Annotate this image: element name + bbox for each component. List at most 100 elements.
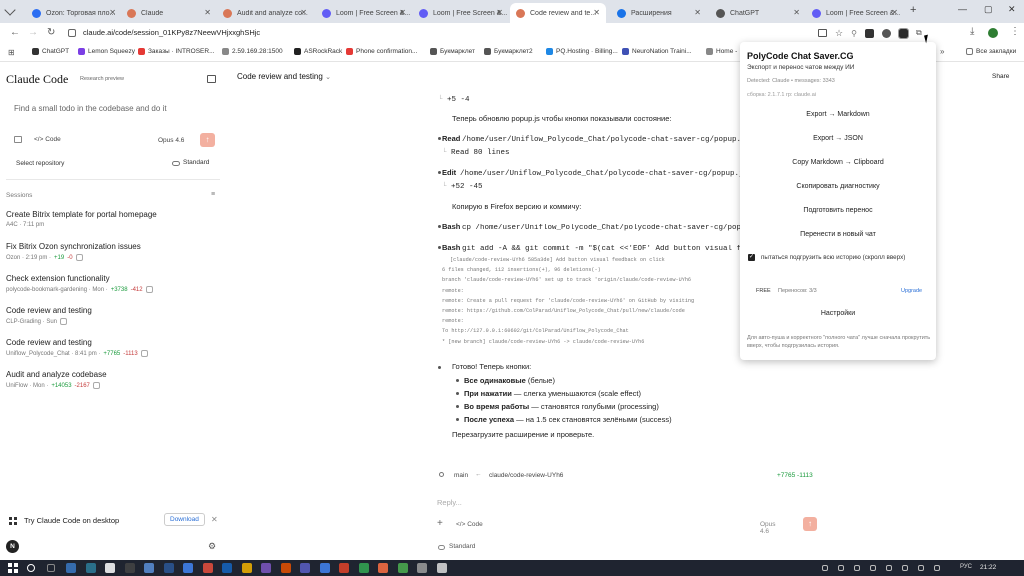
- bookmark-item[interactable]: Букмарклет2: [484, 48, 533, 55]
- upgrade-link[interactable]: Upgrade: [901, 288, 922, 294]
- app-icon[interactable]: [241, 563, 252, 573]
- popup-action-button[interactable]: Подготовить перенос: [740, 207, 936, 214]
- reply-input[interactable]: Reply...: [437, 498, 462, 507]
- code-toggle[interactable]: </> Code: [456, 521, 483, 528]
- app-icon[interactable]: [280, 563, 291, 573]
- app-icon[interactable]: [144, 563, 154, 573]
- polycode-extension-icon[interactable]: [897, 27, 909, 39]
- bookmark-item[interactable]: PQ.Hosting · Billing...: [546, 48, 618, 55]
- select-repository-button[interactable]: Select repository: [16, 160, 64, 167]
- download-button[interactable]: Download: [164, 513, 205, 526]
- tray-icon[interactable]: [870, 565, 876, 571]
- sidebar-toggle-icon[interactable]: [207, 75, 216, 83]
- session-item[interactable]: Code review and testing Uniflow_Polycode_…: [6, 338, 148, 357]
- tab[interactable]: Loom | Free Screen &... ✕: [316, 3, 412, 23]
- close-tab-icon[interactable]: ✕: [399, 8, 406, 17]
- app-icon[interactable]: [222, 563, 232, 573]
- bookmark-item[interactable]: 2.59.169.28:1500: [222, 48, 283, 55]
- app-icon[interactable]: [202, 563, 213, 573]
- tab[interactable]: Code review and te... ✕: [510, 3, 606, 23]
- bookmark-item[interactable]: NeuroNation Traini...: [622, 48, 692, 55]
- tray-icon[interactable]: [854, 565, 860, 571]
- task-view-icon[interactable]: [46, 564, 55, 572]
- share-button[interactable]: Share: [992, 73, 1009, 80]
- popup-action-button[interactable]: Export → JSON: [740, 135, 936, 142]
- current-branch[interactable]: claude/code-review-UYh6: [489, 472, 563, 479]
- model-selector[interactable]: Opus 4.6: [158, 137, 184, 144]
- app-icon[interactable]: [300, 563, 310, 573]
- environment-selector[interactable]: Standard: [183, 159, 209, 166]
- minimize-button[interactable]: —: [958, 4, 967, 14]
- tab[interactable]: Ozon: Торговая пло... ✕: [26, 3, 122, 23]
- download-icon[interactable]: ⤓: [970, 26, 974, 37]
- settings-gear-icon[interactable]: ⚙: [208, 541, 216, 552]
- app-icon[interactable]: [105, 563, 115, 573]
- send-button[interactable]: ↑: [200, 133, 215, 147]
- tray-icon[interactable]: [902, 565, 908, 571]
- close-tab-icon[interactable]: ✕: [109, 8, 116, 17]
- bookmark-item[interactable]: Phone confirmation...: [346, 48, 417, 55]
- bookmark-item[interactable]: Lemon Squeezy: [78, 48, 135, 55]
- tab[interactable]: Audit and analyze co... ✕: [217, 3, 313, 23]
- extension-icon[interactable]: [881, 28, 891, 38]
- tray-icon[interactable]: [838, 565, 844, 571]
- popup-action-button[interactable]: Export → Markdown: [740, 111, 936, 118]
- tab[interactable]: Расширения ✕: [611, 3, 707, 23]
- close-tab-icon[interactable]: ✕: [891, 8, 898, 17]
- extension-icon[interactable]: [864, 28, 874, 38]
- start-icon[interactable]: [8, 563, 18, 573]
- clock[interactable]: 21:22: [980, 564, 996, 571]
- app-icon[interactable]: [397, 563, 408, 573]
- tab[interactable]: Loom | Free Screen &... ✕: [806, 3, 904, 23]
- close-tab-icon[interactable]: ✕: [694, 8, 701, 17]
- tool-read-label[interactable]: Read: [442, 134, 460, 143]
- chrome-icon[interactable]: [378, 563, 388, 573]
- user-avatar[interactable]: N: [6, 540, 19, 553]
- base-branch[interactable]: main: [454, 472, 468, 479]
- menu-icon[interactable]: ⋮: [1010, 26, 1020, 37]
- install-icon[interactable]: [818, 29, 827, 37]
- model-selector[interactable]: Opus 4.6: [760, 521, 776, 535]
- settings-button[interactable]: Настройки: [740, 310, 936, 317]
- send-button[interactable]: ↑: [803, 517, 817, 531]
- session-item[interactable]: Create Bitrix template for portal homepa…: [6, 210, 157, 228]
- bookmark-item[interactable]: Букмарклет: [430, 48, 475, 55]
- bookmark-item[interactable]: ChatGPT: [32, 48, 69, 55]
- close-tab-icon[interactable]: ✕: [793, 8, 800, 17]
- popup-action-button[interactable]: Скопировать диагностику: [740, 183, 936, 190]
- app-icon[interactable]: [261, 563, 271, 573]
- bookmark-item[interactable]: ASRockRack: [294, 48, 342, 55]
- session-item[interactable]: Code review and testing CLP-Grading · Sun: [6, 306, 92, 325]
- close-tab-icon[interactable]: ✕: [593, 8, 600, 17]
- load-history-checkbox[interactable]: ✓: [748, 254, 755, 261]
- tab[interactable]: Loom | Free Screen &... ✕: [413, 3, 509, 23]
- apps-icon[interactable]: ⊞: [8, 48, 15, 57]
- app-icon[interactable]: [163, 563, 174, 573]
- app-icon[interactable]: [319, 563, 330, 573]
- session-item[interactable]: Audit and analyze codebase UniFlow · Mon …: [6, 370, 107, 389]
- forward-icon[interactable]: →: [28, 27, 38, 38]
- add-icon[interactable]: +: [437, 518, 443, 529]
- tab[interactable]: ChatGPT ✕: [710, 3, 806, 23]
- diff-stats[interactable]: +7765 -1113: [777, 472, 813, 479]
- maximize-button[interactable]: ▢: [984, 4, 993, 15]
- tray-icon[interactable]: [822, 565, 828, 571]
- site-info-icon[interactable]: [68, 29, 76, 37]
- app-icon[interactable]: [436, 563, 447, 573]
- bookmark-item[interactable]: Home -: [706, 48, 737, 55]
- app-icon[interactable]: [358, 563, 369, 573]
- tray-icon[interactable]: [934, 565, 940, 571]
- reload-icon[interactable]: ↻: [47, 27, 55, 38]
- bookmark-item[interactable]: Заказы · INTROSER...: [138, 48, 215, 55]
- more-bookmarks-icon[interactable]: »: [940, 47, 944, 56]
- task-prompt-input[interactable]: Find a small todo in the codebase and do…: [14, 104, 167, 113]
- close-tab-icon[interactable]: ✕: [204, 8, 211, 17]
- session-title[interactable]: Code review and testing ⌄: [237, 72, 331, 81]
- back-icon[interactable]: ←: [10, 27, 20, 38]
- search-icon[interactable]: [27, 564, 35, 572]
- extensions-puzzle-icon[interactable]: ⧉: [916, 28, 922, 38]
- close-window-button[interactable]: ✕: [1008, 4, 1016, 15]
- app-icon[interactable]: [417, 563, 427, 573]
- tab[interactable]: Claude ✕: [121, 3, 217, 23]
- tool-bash-label[interactable]: Bash: [442, 222, 460, 231]
